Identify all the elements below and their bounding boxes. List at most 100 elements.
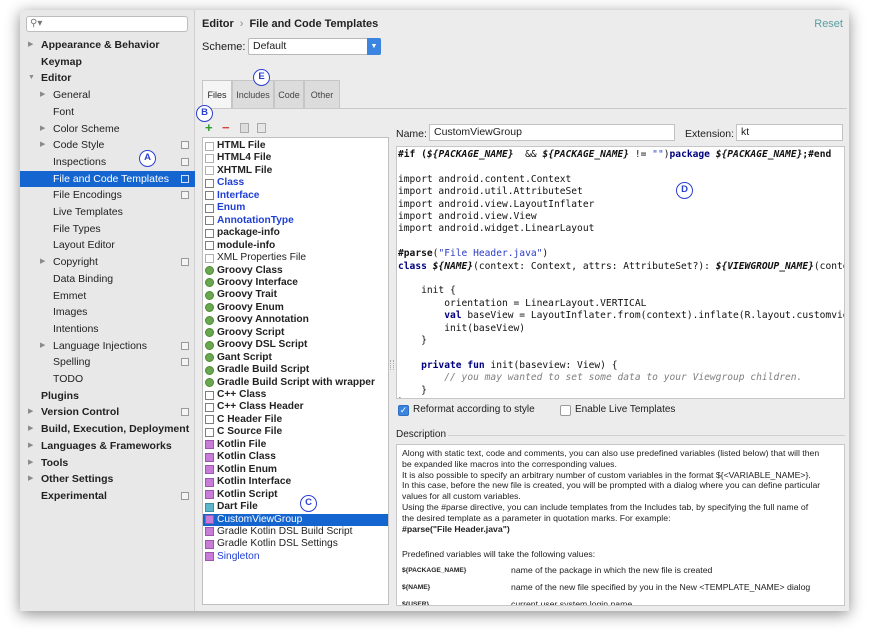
list-item[interactable]: AnnotationType <box>203 215 388 227</box>
list-item[interactable]: Dart File <box>203 501 388 513</box>
sidebar-item-editor[interactable]: ▼ Editor <box>20 70 195 86</box>
list-item[interactable]: Interface <box>203 190 388 202</box>
chevron-down-icon[interactable]: ▼ <box>28 70 35 86</box>
sidebar-item-file-encodings[interactable]: File Encodings <box>20 187 195 203</box>
settings-search-input[interactable]: ⚲▾ <box>26 16 188 32</box>
sidebar-item-general[interactable]: ▶ General <box>20 87 195 103</box>
sidebar-item-copyright[interactable]: ▶ Copyright <box>20 254 195 270</box>
list-item[interactable]: Gradle Kotlin DSL Build Script <box>203 526 388 538</box>
list-item[interactable]: Kotlin Class <box>203 451 388 463</box>
sidebar-item-code-style[interactable]: ▶ Code Style <box>20 137 195 153</box>
code-token: import android.content.Context <box>398 173 572 185</box>
description-text: Predefined variables will take the follo… <box>402 549 596 559</box>
list-item[interactable]: HTML4 File <box>203 152 388 164</box>
copy-template-icon[interactable] <box>240 123 249 133</box>
code-token: package <box>669 149 716 160</box>
chevron-right-icon[interactable]: ▶ <box>40 137 45 153</box>
sidebar-item-todo[interactable]: TODO <box>20 371 195 387</box>
list-item[interactable]: C++ Class Header <box>203 401 388 413</box>
list-item[interactable]: Groovy Enum <box>203 302 388 314</box>
sidebar-item-file-types[interactable]: File Types <box>20 221 195 237</box>
sidebar-item-plugins[interactable]: Plugins <box>20 388 195 404</box>
list-item[interactable]: Kotlin File <box>203 439 388 451</box>
list-item[interactable]: Groovy Script <box>203 327 388 339</box>
chevron-right-icon[interactable]: ▶ <box>28 471 33 487</box>
sidebar-item-language-injections[interactable]: ▶ Language Injections <box>20 338 195 354</box>
chevron-right-icon[interactable]: ▶ <box>28 438 33 454</box>
sidebar-item-data-binding[interactable]: Data Binding <box>20 271 195 287</box>
sidebar-item-version-control[interactable]: ▶ Version Control <box>20 404 195 420</box>
sidebar-item-inspections[interactable]: Inspections <box>20 154 195 170</box>
chevron-right-icon[interactable]: ▶ <box>28 404 33 420</box>
list-item[interactable]: C++ Class <box>203 389 388 401</box>
chevron-right-icon[interactable]: ▶ <box>40 338 45 354</box>
list-item[interactable]: Groovy Class <box>203 265 388 277</box>
list-item[interactable]: Groovy Trait <box>203 289 388 301</box>
list-item[interactable]: HTML File <box>203 140 388 152</box>
code-token: && <box>513 149 543 160</box>
sidebar-item-experimental[interactable]: Experimental <box>20 488 195 504</box>
list-item[interactable]: C Source File <box>203 426 388 438</box>
tab-code[interactable]: Code <box>274 80 304 108</box>
sidebar-item-font[interactable]: Font <box>20 104 195 120</box>
list-item[interactable]: Groovy Interface <box>203 277 388 289</box>
list-item[interactable]: Gant Script <box>203 352 388 364</box>
splitter-handle[interactable] <box>390 360 394 370</box>
remove-template-button[interactable]: − <box>222 120 230 136</box>
list-item[interactable]: package-info <box>203 227 388 239</box>
tab-files[interactable]: Files <box>202 80 232 108</box>
cpp-file-icon <box>205 390 214 400</box>
template-list[interactable]: HTML File HTML4 File XHTML File Class Interf… <box>202 137 389 605</box>
sidebar-item-images[interactable]: Images <box>20 304 195 320</box>
sidebar-item-build-execution-deployment[interactable]: ▶ Build, Execution, Deployment <box>20 421 195 437</box>
template-name: Kotlin Class <box>217 451 276 463</box>
list-item[interactable]: XML Properties File <box>203 252 388 264</box>
tab-other[interactable]: Other <box>304 80 340 108</box>
sidebar-item-label: File and Code Templates <box>53 172 169 185</box>
sidebar-item-color-scheme[interactable]: ▶ Color Scheme <box>20 121 195 137</box>
sidebar-item-other-settings[interactable]: ▶ Other Settings <box>20 471 195 487</box>
chevron-right-icon[interactable]: ▶ <box>28 455 33 471</box>
list-item[interactable]: Kotlin Script <box>203 489 388 501</box>
chevron-right-icon[interactable]: ▶ <box>40 87 45 103</box>
sidebar-item-intentions[interactable]: Intentions <box>20 321 195 337</box>
groovy-file-icon <box>205 353 214 363</box>
reset-link[interactable]: Reset <box>814 18 843 30</box>
template-code-editor[interactable]: #if (${PACKAGE_NAME} && ${PACKAGE_NAME} … <box>396 146 845 399</box>
add-template-button[interactable]: + <box>205 120 213 136</box>
list-item[interactable]: Kotlin Interface <box>203 476 388 488</box>
sidebar-item-tools[interactable]: ▶ Tools <box>20 455 195 471</box>
list-item[interactable]: Kotlin Enum <box>203 464 388 476</box>
sidebar-item-layout-editor[interactable]: Layout Editor <box>20 237 195 253</box>
sidebar-item-file-and-code-templates[interactable]: File and Code Templates <box>20 170 195 187</box>
list-item[interactable]: Groovy Annotation <box>203 314 388 326</box>
list-item[interactable]: Singleton <box>203 551 388 563</box>
tab-includes[interactable]: Includes <box>232 80 274 108</box>
scheme-dropdown[interactable]: Default ▼ <box>248 38 381 55</box>
chevron-right-icon[interactable]: ▶ <box>28 421 33 437</box>
chevron-right-icon[interactable]: ▶ <box>40 254 45 270</box>
reset-template-icon[interactable] <box>257 123 266 133</box>
sidebar-item-emmet[interactable]: Emmet <box>20 288 195 304</box>
name-input[interactable]: CustomViewGroup <box>429 124 675 141</box>
sidebar-item-appearance-behavior[interactable]: ▶ Appearance & Behavior <box>20 37 195 53</box>
list-item[interactable]: Gradle Kotlin DSL Settings <box>203 538 388 550</box>
list-item[interactable]: Groovy DSL Script <box>203 339 388 351</box>
sidebar-item-live-templates[interactable]: Live Templates <box>20 204 195 220</box>
list-item[interactable]: CustomViewGroup <box>203 513 388 526</box>
list-item[interactable]: Gradle Build Script <box>203 364 388 376</box>
list-item[interactable]: module-info <box>203 240 388 252</box>
list-item[interactable]: C Header File <box>203 414 388 426</box>
list-item[interactable]: XHTML File <box>203 165 388 177</box>
live-templates-checkbox[interactable] <box>560 405 571 416</box>
sidebar-item-keymap[interactable]: Keymap <box>20 54 195 70</box>
list-item[interactable]: Gradle Build Script with wrapper <box>203 377 388 389</box>
chevron-right-icon[interactable]: ▶ <box>28 37 33 53</box>
sidebar-item-languages-frameworks[interactable]: ▶ Languages & Frameworks <box>20 438 195 454</box>
list-item[interactable]: Class <box>203 177 388 189</box>
extension-input[interactable]: kt <box>736 124 843 141</box>
sidebar-item-spelling[interactable]: Spelling <box>20 354 195 370</box>
chevron-right-icon[interactable]: ▶ <box>40 121 45 137</box>
reformat-checkbox[interactable]: ✓ <box>398 405 409 416</box>
list-item[interactable]: Enum <box>203 202 388 214</box>
